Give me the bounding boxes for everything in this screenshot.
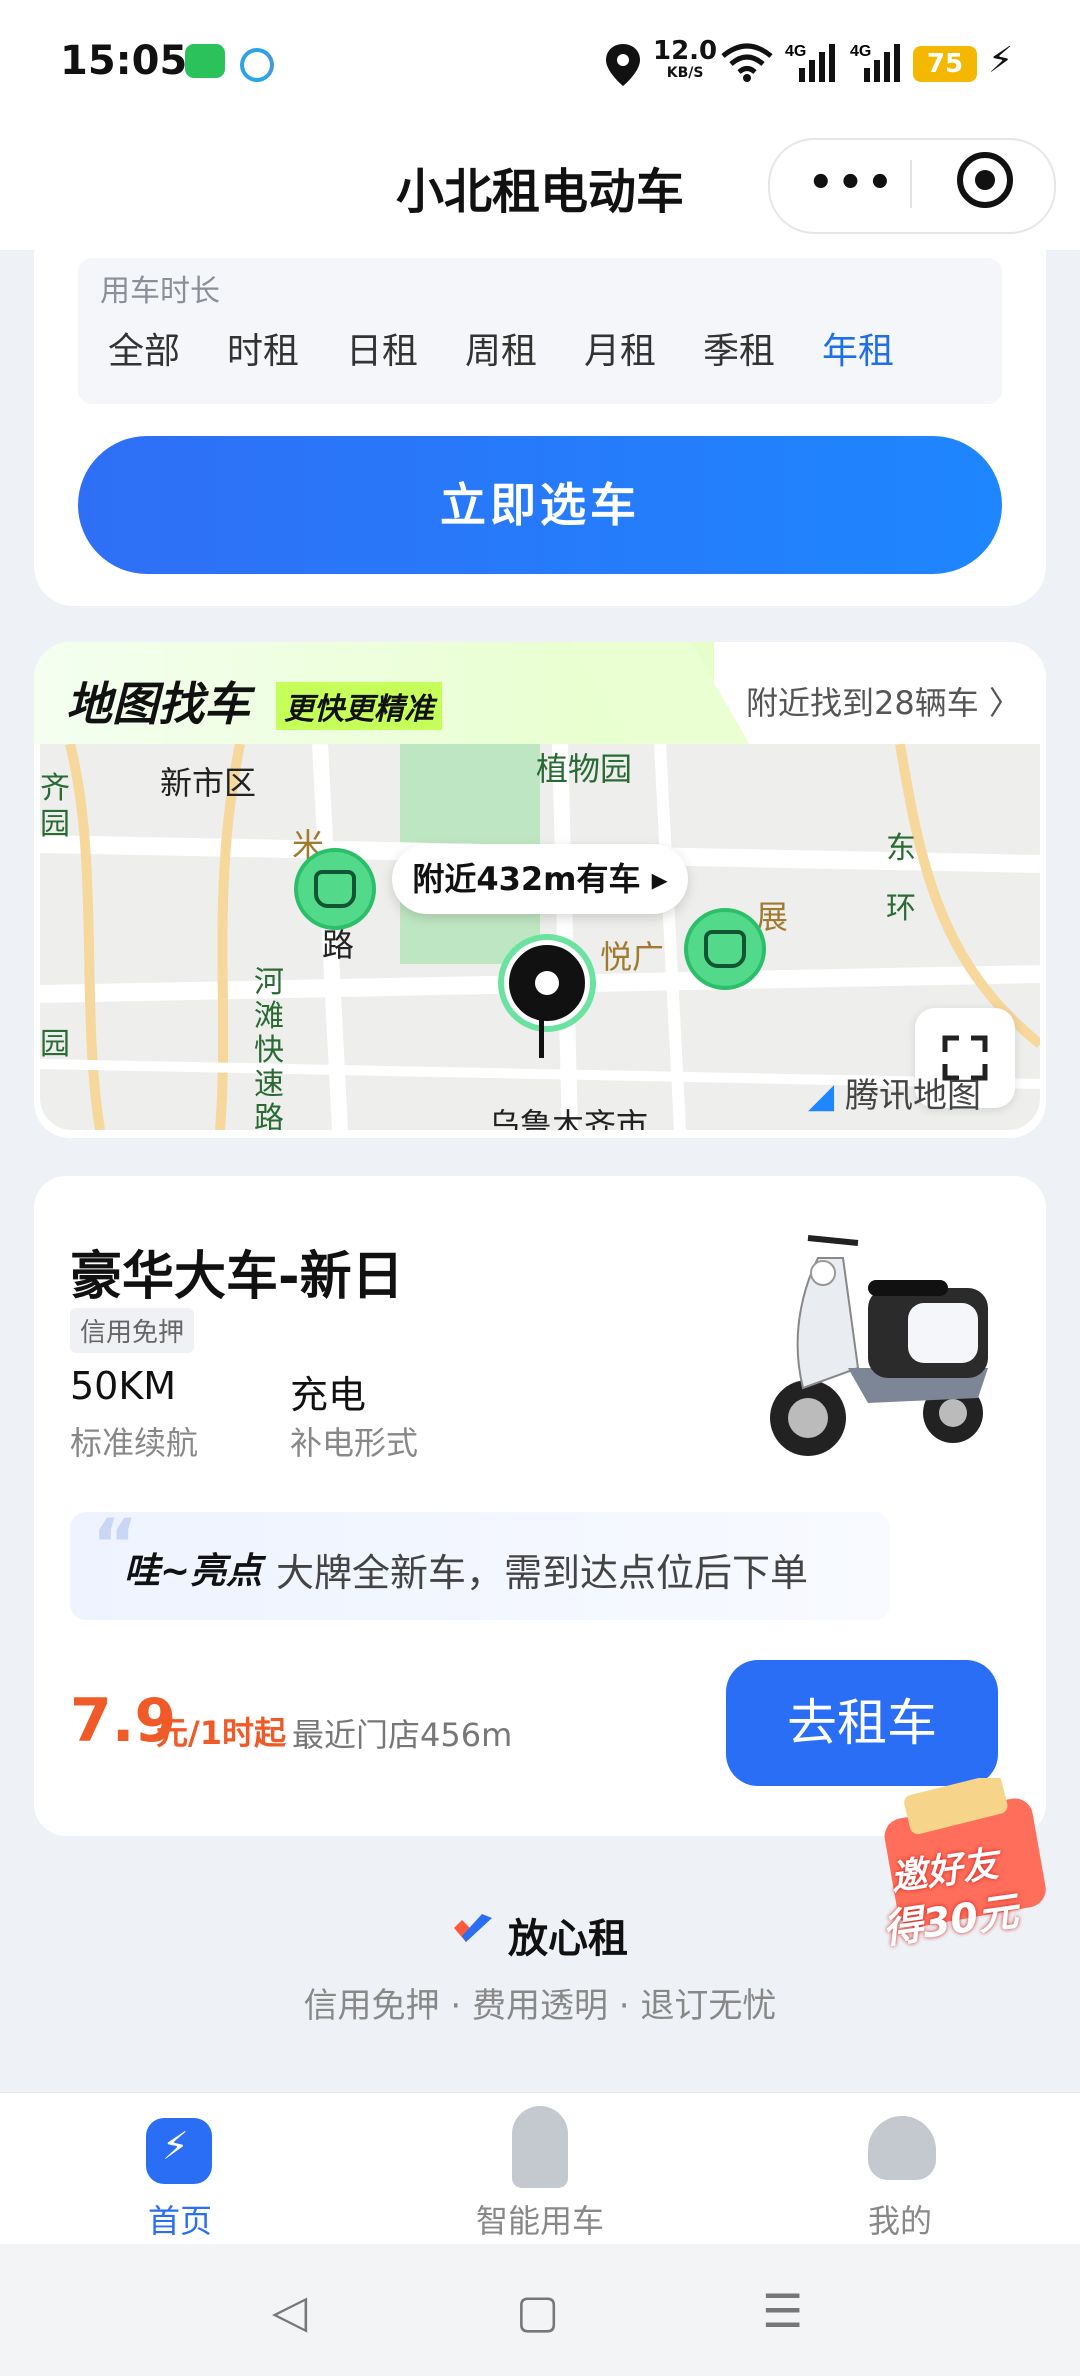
wifi-icon bbox=[721, 43, 773, 82]
map-provider-logo: ◢ 腾讯地图 bbox=[808, 1076, 981, 1116]
trust-subtitle: 信用免押 · 费用透明 · 退订无忧 bbox=[303, 1986, 777, 2026]
vehicle-marker[interactable] bbox=[684, 908, 766, 990]
assistant-icon bbox=[240, 48, 274, 82]
wechat-icon bbox=[185, 44, 225, 78]
duration-option-quarterly[interactable]: 季租 bbox=[703, 322, 775, 374]
range-value: 50KM bbox=[70, 1364, 177, 1408]
duration-option-all[interactable]: 全部 bbox=[108, 322, 180, 374]
vehicle-name: 豪华大车-新日 bbox=[70, 1247, 404, 1307]
more-button[interactable]: ••• bbox=[808, 160, 897, 206]
highlight-title: 哇~亮点 bbox=[124, 1551, 263, 1592]
nearby-bubble[interactable]: 附近432m有车 ▸ bbox=[392, 844, 688, 914]
charge-label: 补电形式 bbox=[290, 1424, 419, 1462]
duration-label: 用车时长 bbox=[100, 274, 220, 309]
current-location-marker bbox=[504, 940, 590, 1026]
range-label: 标准续航 bbox=[70, 1424, 199, 1462]
duration-option-hourly[interactable]: 时租 bbox=[227, 322, 299, 374]
map-label-hetan: 河滩快速路 bbox=[254, 965, 284, 1131]
signal-icon-2: 4G bbox=[850, 43, 900, 82]
trust-logo-icon bbox=[454, 1914, 492, 1942]
charging-icon: ⚡ bbox=[988, 40, 1014, 81]
tab-home[interactable]: 首页 bbox=[50, 2196, 310, 2242]
map-label-yuan1: 园 bbox=[40, 807, 70, 842]
location-pin-stem bbox=[539, 1020, 544, 1058]
duration-option-monthly[interactable]: 月租 bbox=[584, 322, 656, 374]
map-label-huan: 环 bbox=[886, 891, 916, 926]
svg-text:4G: 4G bbox=[850, 43, 871, 60]
vehicle-marker[interactable] bbox=[294, 848, 376, 930]
location-icon bbox=[606, 44, 640, 86]
signal-icon: 4G bbox=[785, 43, 835, 82]
scooter-icon[interactable] bbox=[512, 2106, 568, 2188]
tab-mine[interactable]: 我的 bbox=[770, 2196, 1030, 2242]
tab-smart-ride[interactable]: 智能用车 bbox=[410, 2196, 670, 2242]
home-icon[interactable] bbox=[146, 2118, 212, 2184]
charge-value: 充电 bbox=[290, 1373, 367, 1417]
map-title: 地图找车 bbox=[66, 677, 250, 731]
capsule-divider bbox=[910, 160, 912, 208]
deposit-free-badge: 信用免押 bbox=[70, 1308, 195, 1353]
svg-text:4G: 4G bbox=[785, 43, 806, 60]
home-square-icon[interactable]: ▢ bbox=[516, 2284, 559, 2338]
rent-button[interactable]: 去租车 bbox=[726, 1660, 998, 1786]
duration-option-yearly[interactable]: 年租 bbox=[822, 322, 894, 374]
duration-option-daily[interactable]: 日租 bbox=[346, 322, 418, 374]
battery-icon: 75 bbox=[913, 46, 977, 82]
map-label-yue: 悦广 bbox=[600, 938, 665, 976]
nearby-cars-link[interactable]: 附近找到28辆车 〉 bbox=[746, 678, 1021, 724]
map-subtitle: 更快更精准 bbox=[276, 682, 442, 730]
map-label-qi: 齐 bbox=[40, 771, 70, 806]
scooter-image bbox=[770, 1235, 988, 1456]
duration-option-weekly[interactable]: 周租 bbox=[465, 322, 537, 374]
back-icon[interactable]: ◁ bbox=[272, 2284, 307, 2338]
map-label-botanic: 植物园 bbox=[536, 750, 633, 788]
network-speed: 12.0 KB/S bbox=[653, 36, 718, 81]
menu-icon[interactable]: ☰ bbox=[762, 2284, 803, 2338]
map-label-district: 新市区 bbox=[160, 764, 257, 802]
nearest-store: 最近门店456m bbox=[292, 1716, 513, 1754]
map-label-urumqi: 乌鲁木齐市 bbox=[488, 1106, 649, 1130]
highlight-text: 大牌全新车，需到达点位后下单 bbox=[276, 1551, 809, 1595]
select-vehicle-button[interactable]: 立即选车 bbox=[78, 436, 1002, 574]
status-time: 15:05 bbox=[60, 38, 188, 84]
close-miniapp-button[interactable] bbox=[957, 152, 1013, 208]
trust-title: 放心租 bbox=[508, 1916, 628, 1962]
map-label-yuan2: 园 bbox=[40, 1027, 70, 1062]
price-unit: 元/1时起 bbox=[156, 1714, 286, 1752]
helmet-icon[interactable] bbox=[868, 2116, 936, 2180]
map-label-dong: 东 bbox=[886, 831, 916, 866]
